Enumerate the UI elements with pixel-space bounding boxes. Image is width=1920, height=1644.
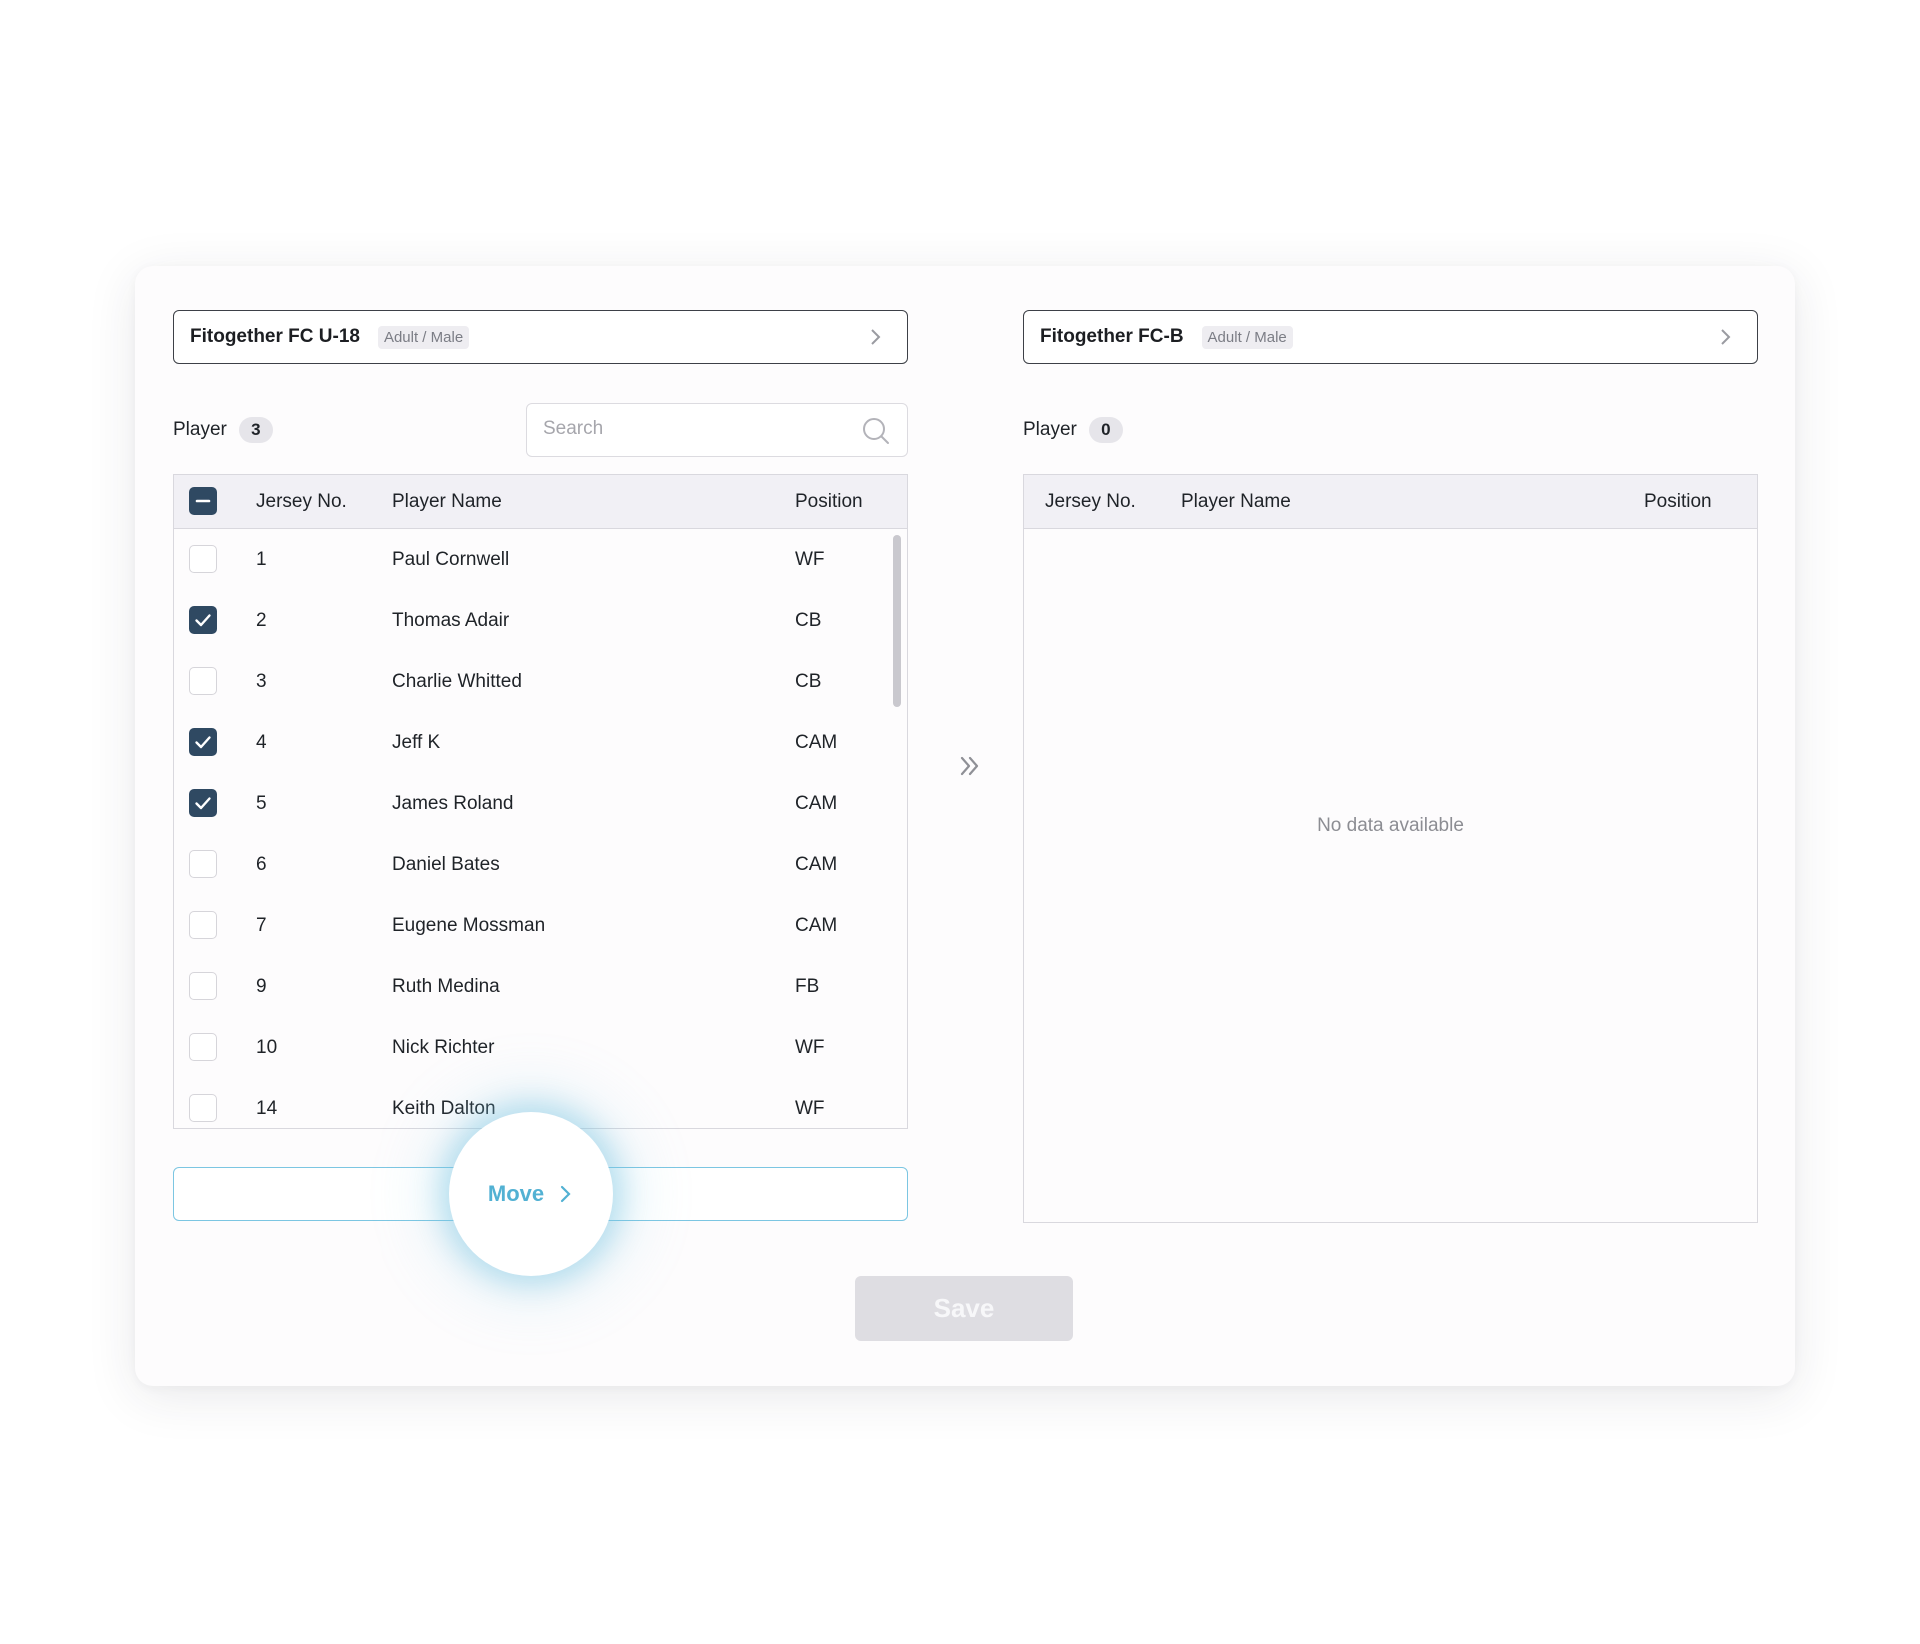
source-team-select[interactable]: Fitogether FC U-18 Adult / Male [173, 310, 908, 364]
player-count-label: Player [173, 419, 227, 440]
table-header: Jersey No. Player Name Position [174, 475, 907, 529]
column-position: Position [1644, 490, 1712, 512]
cell-jersey: 1 [256, 549, 267, 570]
empty-state-text: No data available [1317, 815, 1464, 836]
source-team-name: Fitogether FC U-18 [190, 326, 360, 347]
target-team-tag: Adult / Male [1201, 325, 1293, 349]
chevron-right-icon [1721, 329, 1731, 345]
column-jersey: Jersey No. [1045, 490, 1136, 512]
cell-player-name: Thomas Adair [392, 610, 510, 631]
table-row[interactable]: 1 Paul Cornwell WF [174, 529, 907, 590]
cell-position: CB [795, 671, 822, 692]
table-row[interactable]: 6 Daniel Bates CAM [174, 834, 907, 895]
check-icon [195, 614, 211, 627]
target-player-count: Player 0 [1023, 415, 1123, 445]
table-body: 1 Paul Cornwell WF 2 Thomas Adair CB 3 Charlie … [174, 529, 907, 1128]
cell-jersey: 2 [256, 610, 267, 631]
cell-jersey: 9 [256, 976, 267, 997]
target-team-name: Fitogether FC-B [1040, 326, 1184, 347]
cell-position: CAM [795, 732, 838, 753]
row-checkbox[interactable] [189, 1094, 217, 1122]
cell-position: CAM [795, 915, 838, 936]
cell-jersey: 14 [256, 1098, 278, 1119]
table-header: Jersey No. Player Name Position [1024, 475, 1757, 529]
cell-jersey: 10 [256, 1037, 278, 1058]
row-checkbox[interactable] [189, 1033, 217, 1061]
cell-player-name: Eugene Mossman [392, 915, 546, 936]
row-checkbox[interactable] [189, 545, 217, 573]
move-button-highlight[interactable]: Move [449, 1112, 613, 1276]
target-team-select[interactable]: Fitogether FC-B Adult / Male [1023, 310, 1758, 364]
column-position: Position [795, 490, 863, 512]
cell-position: CB [795, 610, 822, 631]
column-player-name: Player Name [1181, 490, 1291, 512]
table-row[interactable]: 3 Charlie Whitted CB [174, 651, 907, 712]
cell-position: CAM [795, 854, 838, 875]
target-player-table: Jersey No. Player Name Position No data … [1023, 474, 1758, 1223]
cell-position: CAM [795, 793, 838, 814]
table-row[interactable]: 10 Nick Richter WF [174, 1017, 907, 1078]
cell-jersey: 5 [256, 793, 267, 814]
cell-player-name: Ruth Medina [392, 976, 500, 997]
cell-player-name: Keith Dalton [392, 1098, 496, 1119]
cell-player-name: Charlie Whitted [392, 671, 522, 692]
chevron-right-icon [871, 329, 881, 345]
table-row[interactable]: 2 Thomas Adair CB [174, 590, 907, 651]
cell-jersey: 4 [256, 732, 267, 753]
cell-position: FB [795, 976, 820, 997]
cell-player-name: James Roland [392, 793, 514, 814]
search-input[interactable] [527, 404, 847, 454]
check-icon [195, 736, 211, 749]
cell-jersey: 6 [256, 854, 267, 875]
move-button-label: Move [487, 1181, 545, 1206]
select-all-checkbox[interactable] [189, 487, 217, 515]
search-box [526, 403, 908, 457]
row-checkbox[interactable] [189, 728, 217, 756]
row-checkbox[interactable] [189, 789, 217, 817]
source-player-count: Player 3 [173, 415, 273, 445]
row-checkbox[interactable] [189, 911, 217, 939]
player-count-badge: 3 [238, 417, 273, 443]
cell-player-name: Nick Richter [392, 1037, 495, 1058]
cell-position: WF [795, 1037, 825, 1058]
save-button[interactable]: Save [855, 1276, 1073, 1341]
source-player-table: Jersey No. Player Name Position 1 Paul Co… [173, 474, 908, 1129]
cell-jersey: 7 [256, 915, 267, 936]
player-count-badge: 0 [1088, 417, 1123, 443]
scrollbar[interactable] [893, 535, 901, 707]
check-icon [195, 797, 211, 810]
row-checkbox[interactable] [189, 667, 217, 695]
row-checkbox[interactable] [189, 850, 217, 878]
column-player-name: Player Name [392, 490, 502, 512]
chevron-right-icon [561, 1185, 571, 1203]
cell-position: WF [795, 1098, 825, 1119]
cell-player-name: Jeff K [392, 732, 441, 753]
row-checkbox[interactable] [189, 606, 217, 634]
row-checkbox[interactable] [189, 972, 217, 1000]
table-row[interactable]: 4 Jeff K CAM [174, 712, 907, 773]
minus-icon [195, 499, 211, 503]
table-row[interactable]: 5 James Roland CAM [174, 773, 907, 834]
cell-player-name: Daniel Bates [392, 854, 500, 875]
cell-jersey: 3 [256, 671, 267, 692]
cell-position: WF [795, 549, 825, 570]
player-count-label: Player [1023, 419, 1077, 440]
search-icon[interactable] [861, 416, 891, 446]
double-chevron-right-icon[interactable] [957, 753, 983, 779]
source-team-tag: Adult / Male [377, 325, 470, 349]
table-row[interactable]: 7 Eugene Mossman CAM [174, 895, 907, 956]
table-row[interactable]: 9 Ruth Medina FB [174, 956, 907, 1017]
column-jersey: Jersey No. [256, 490, 347, 512]
cell-player-name: Paul Cornwell [392, 549, 510, 570]
